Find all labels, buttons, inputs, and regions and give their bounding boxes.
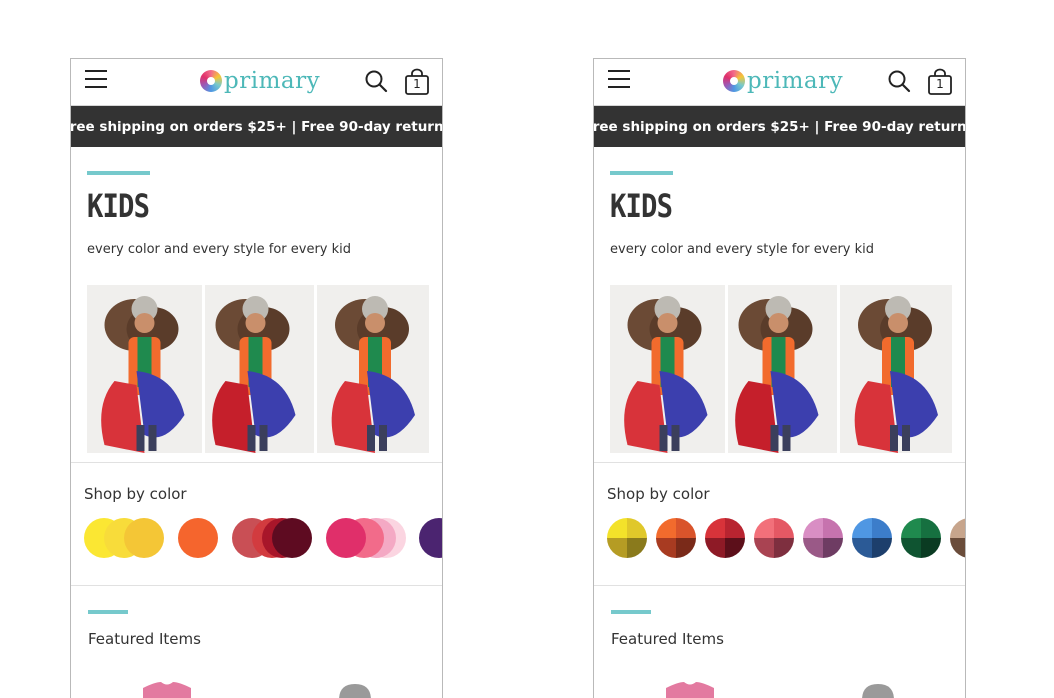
featured-items-section: Featured Items	[71, 586, 442, 698]
hero-photo[interactable]	[840, 285, 952, 453]
kid-photo-illustration	[735, 296, 819, 453]
section-title: Shop by color	[607, 485, 710, 503]
hero-photo[interactable]	[727, 285, 837, 453]
color-swatch-red[interactable]	[232, 518, 312, 558]
phone-screen-left: primary 1 Free shipping on orders $25+ |…	[70, 58, 443, 698]
product-thumbnail-shirt[interactable]	[658, 680, 722, 698]
section-title: Featured Items	[611, 630, 724, 648]
hamburger-menu-icon[interactable]	[608, 70, 630, 88]
site-logo[interactable]: primary	[200, 67, 320, 95]
color-swatch-orange[interactable]	[656, 518, 696, 558]
hero-photo-strip	[610, 285, 955, 453]
hero-photo[interactable]	[610, 285, 725, 453]
cart-count: 1	[936, 77, 944, 91]
color-swatch-lilac[interactable]	[803, 518, 843, 558]
hero-photo-strip	[87, 285, 432, 453]
color-swatch-row	[84, 518, 443, 558]
shopping-bag-icon[interactable]: 1	[927, 68, 953, 95]
hamburger-menu-icon[interactable]	[85, 70, 107, 88]
kid-photo-illustration	[854, 296, 938, 453]
color-swatch-purple[interactable]	[419, 518, 443, 558]
color-swatch-green[interactable]	[901, 518, 941, 558]
shopping-bag-icon[interactable]: 1	[404, 68, 430, 95]
logo-text: primary	[747, 68, 844, 94]
product-thumbnail-hat[interactable]	[335, 680, 375, 698]
hero-photo[interactable]	[87, 285, 202, 453]
color-swatch-pink[interactable]	[754, 518, 794, 558]
color-swatch-tan[interactable]	[950, 518, 966, 558]
accent-bar	[88, 610, 128, 614]
product-thumbnail-shirt[interactable]	[135, 680, 199, 698]
accent-bar	[611, 610, 651, 614]
page-title: KIDS	[87, 187, 150, 225]
kid-photo-illustration	[331, 296, 415, 453]
kid-photo-illustration	[624, 296, 708, 453]
kid-photo-illustration	[101, 296, 185, 453]
page-title: KIDS	[610, 187, 673, 225]
hero-photo[interactable]	[204, 285, 314, 453]
logo-mandala-icon	[200, 70, 222, 92]
search-icon[interactable]	[887, 69, 911, 93]
page-subtitle: every color and every style for every ki…	[610, 242, 875, 257]
logo-mandala-icon	[723, 70, 745, 92]
kid-photo-illustration	[212, 296, 296, 453]
color-swatch-orange[interactable]	[178, 518, 218, 558]
shipping-banner: Free shipping on orders $25+ | Free 90-d…	[71, 106, 442, 147]
search-icon[interactable]	[364, 69, 388, 93]
shop-by-color-section: Shop by color	[594, 463, 965, 586]
color-swatch-pink[interactable]	[326, 518, 406, 558]
shop-by-color-section: Shop by color	[71, 463, 442, 586]
color-swatch-red[interactable]	[705, 518, 745, 558]
cart-count: 1	[413, 77, 421, 91]
site-header: primary 1	[71, 59, 442, 106]
section-title: Shop by color	[84, 485, 187, 503]
accent-bar	[87, 171, 150, 175]
hero-section: KIDS every color and every style for eve…	[594, 147, 965, 463]
logo-text: primary	[224, 68, 321, 94]
shipping-banner: Free shipping on orders $25+ | Free 90-d…	[594, 106, 965, 147]
color-swatch-row	[607, 518, 966, 558]
site-logo[interactable]: primary	[723, 67, 843, 95]
color-swatch-yellow[interactable]	[84, 518, 164, 558]
phone-screen-right: primary 1 Free shipping on orders $25+ |…	[593, 58, 966, 698]
site-header: primary 1	[594, 59, 965, 106]
page-subtitle: every color and every style for every ki…	[87, 242, 352, 257]
featured-items-section: Featured Items	[594, 586, 965, 698]
section-title: Featured Items	[88, 630, 201, 648]
hero-section: KIDS every color and every style for eve…	[71, 147, 442, 463]
accent-bar	[610, 171, 673, 175]
color-swatch-yellow[interactable]	[607, 518, 647, 558]
hero-photo[interactable]	[317, 285, 429, 453]
color-swatch-blue[interactable]	[852, 518, 892, 558]
product-thumbnail-hat[interactable]	[858, 680, 898, 698]
